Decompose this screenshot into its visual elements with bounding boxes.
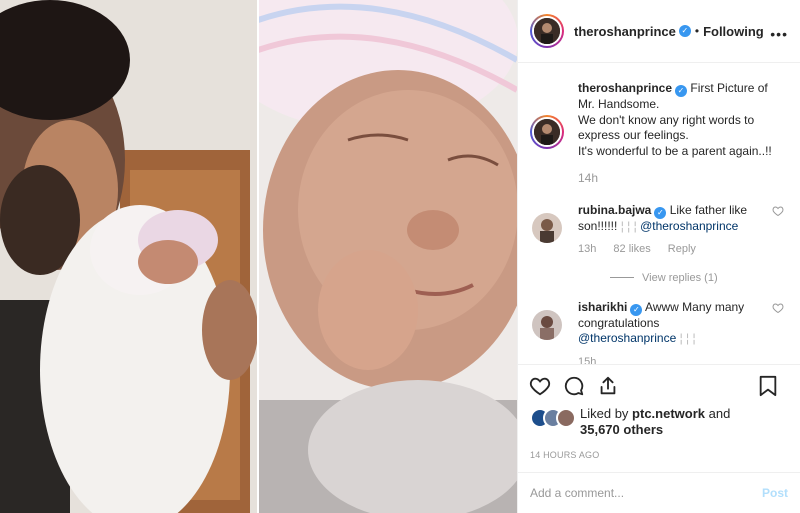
comment-mention[interactable]: @theroshanprince bbox=[640, 219, 738, 233]
comment-mention[interactable]: @theroshanprince bbox=[578, 331, 676, 345]
post-header: theroshanprince ✓ • Following ••• bbox=[518, 0, 800, 63]
caption-line: We don't know any right words to bbox=[578, 112, 755, 127]
photo-baby-closeup bbox=[258, 0, 517, 513]
likes-prefix: Liked by bbox=[580, 406, 629, 421]
comment-like-icon[interactable] bbox=[772, 205, 784, 217]
comment-like-icon[interactable] bbox=[772, 302, 784, 314]
caption-line: express our feelings. bbox=[578, 128, 689, 142]
caption-username[interactable]: theroshanprince bbox=[578, 81, 672, 95]
following-button[interactable]: Following bbox=[703, 24, 764, 39]
caption-line: Mr. Handsome. bbox=[578, 97, 660, 111]
view-replies-label: View replies (1) bbox=[642, 271, 718, 284]
commenter-avatar[interactable] bbox=[532, 212, 562, 243]
author-username[interactable]: theroshanprince bbox=[574, 24, 676, 39]
verified-badge-icon: ✓ bbox=[678, 25, 691, 37]
comment-emoji: ¦ ¦ ¦ bbox=[620, 218, 637, 233]
liker-avatar bbox=[556, 408, 576, 428]
likes-others-link[interactable]: 35,670 others bbox=[580, 422, 663, 437]
caption-line: First Picture of bbox=[690, 81, 768, 95]
comment-emoji: ¦ ¦ ¦ bbox=[679, 331, 696, 345]
more-options-icon[interactable]: ••• bbox=[770, 26, 788, 42]
reply-button[interactable]: Reply bbox=[668, 243, 696, 255]
action-bar bbox=[518, 364, 800, 406]
post-comment-button[interactable]: Post bbox=[762, 486, 788, 500]
author-avatar[interactable] bbox=[530, 14, 564, 48]
commenter-avatar[interactable] bbox=[532, 309, 562, 340]
comment-item: isharikhi ✓ Awww Many many congratulation… bbox=[530, 300, 788, 365]
replies-line bbox=[610, 277, 634, 278]
comment-bubble-icon[interactable] bbox=[562, 374, 586, 398]
heart-icon[interactable] bbox=[528, 374, 552, 398]
comment-item: rubina.bajwa ✓ Like father like son!!!!!!… bbox=[530, 203, 788, 258]
post-caption: theroshanprince ✓ First Picture of Mr. Ha… bbox=[530, 81, 788, 187]
photo-divider bbox=[257, 0, 259, 513]
verified-badge-icon: ✓ bbox=[675, 85, 688, 97]
comments-list[interactable]: theroshanprince ✓ First Picture of Mr. Ha… bbox=[518, 63, 800, 364]
commenter-username[interactable]: rubina.bajwa bbox=[578, 203, 651, 217]
view-replies-button[interactable]: View replies (1) bbox=[610, 272, 788, 284]
header-separator: • bbox=[694, 24, 700, 38]
likes-summary: Liked by ptc.network and 35,670 others bbox=[518, 406, 800, 446]
likes-conj: and bbox=[708, 406, 731, 421]
caption-line: It's wonderful to be a parent again..!! bbox=[578, 143, 772, 158]
photo-father-with-baby bbox=[0, 0, 258, 513]
commenter-username[interactable]: isharikhi bbox=[578, 300, 627, 314]
verified-badge-icon: ✓ bbox=[654, 206, 667, 219]
comment-age[interactable]: 13h bbox=[578, 243, 596, 255]
bookmark-icon[interactable] bbox=[756, 374, 780, 398]
share-arrow-icon[interactable] bbox=[596, 374, 620, 398]
liker-username[interactable]: ptc.network bbox=[632, 406, 705, 421]
caption-age[interactable]: 14h bbox=[578, 171, 772, 187]
liker-avatars[interactable] bbox=[530, 408, 576, 428]
comment-input[interactable] bbox=[530, 486, 762, 500]
post-side-panel: theroshanprince ✓ • Following ••• theros… bbox=[517, 0, 800, 513]
add-comment-bar: Post bbox=[518, 472, 800, 513]
caption-avatar[interactable] bbox=[530, 115, 564, 149]
post-media[interactable] bbox=[0, 0, 517, 513]
verified-badge-icon: ✓ bbox=[630, 303, 643, 316]
comment-age[interactable]: 15h bbox=[578, 356, 596, 365]
post-timestamp[interactable]: 14 HOURS AGO bbox=[518, 446, 800, 472]
likes-text: Liked by ptc.network and 35,670 others bbox=[580, 406, 730, 438]
instagram-post: theroshanprince ✓ • Following ••• theros… bbox=[0, 0, 800, 513]
comment-likes[interactable]: 82 likes bbox=[613, 243, 650, 255]
